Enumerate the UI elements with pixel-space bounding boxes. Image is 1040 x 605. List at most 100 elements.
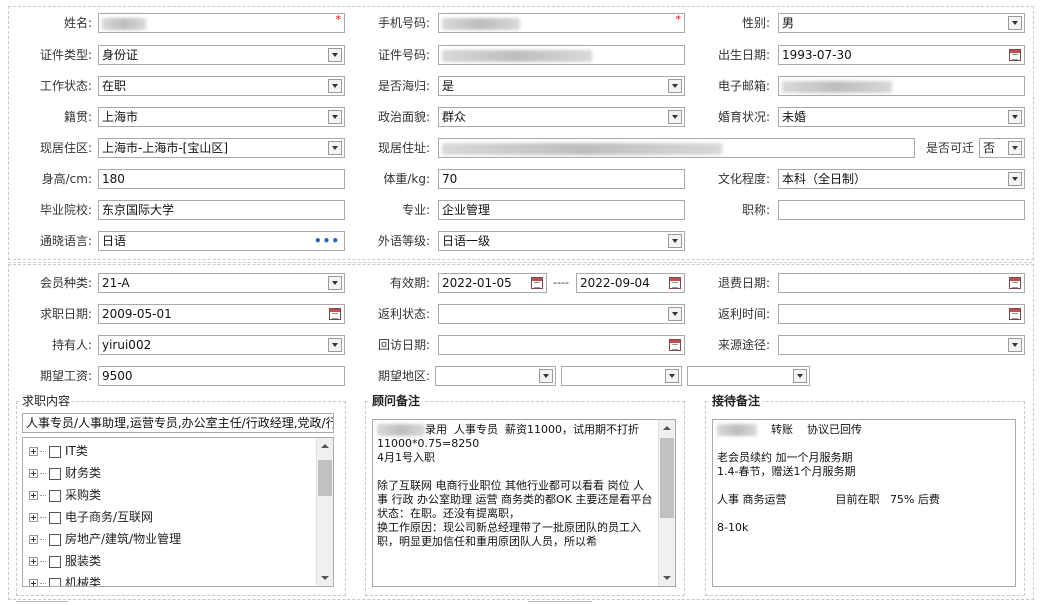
job-content-selected-input[interactable]: 人事专员/人事助理,运营专员,办公室主任/行政经理,党政/行政 xyxy=(22,413,334,433)
birth-date-label: 出生日期: xyxy=(717,48,770,62)
valid-start-input[interactable]: 2022-01-05 xyxy=(438,273,547,293)
checkbox[interactable] xyxy=(49,467,61,480)
chevron-down-icon xyxy=(328,110,342,124)
required-asterisk-phone: * xyxy=(675,13,682,26)
expand-icon[interactable] xyxy=(29,579,38,586)
scroll-down-icon[interactable] xyxy=(659,570,675,586)
checkbox[interactable] xyxy=(49,533,61,546)
tree-item[interactable]: 机械类 xyxy=(29,572,101,586)
checkbox[interactable] xyxy=(49,489,61,502)
calendar-icon[interactable] xyxy=(1009,277,1021,289)
scroll-up-icon[interactable] xyxy=(659,420,675,436)
tree-item[interactable]: 房地产/建筑/物业管理 xyxy=(29,528,181,550)
checkbox[interactable] xyxy=(49,555,61,568)
returnee-select[interactable]: 是 xyxy=(438,76,685,96)
weight-label: 体重/kg: xyxy=(383,172,430,186)
calendar-icon[interactable] xyxy=(329,308,341,320)
major-input[interactable]: 企业管理 xyxy=(438,200,685,220)
id-type-label: 证件类型: xyxy=(39,48,92,62)
native-place-select[interactable]: 上海市 xyxy=(98,107,345,127)
expected-area-label: 期望地区: xyxy=(377,369,430,383)
consultant-notes-scrollbar[interactable] xyxy=(658,420,675,586)
scroll-down-icon[interactable] xyxy=(317,570,333,586)
more-options-icon[interactable]: ••• xyxy=(314,232,340,250)
bottom-cut-border-left xyxy=(16,601,68,602)
job-date-input[interactable]: 2009-05-01 xyxy=(98,304,345,324)
chevron-down-icon xyxy=(668,110,682,124)
language-input[interactable]: 日语 ••• xyxy=(98,231,345,251)
scroll-up-icon[interactable] xyxy=(317,438,333,454)
foreign-level-label: 外语等级: xyxy=(377,234,430,248)
source-select[interactable] xyxy=(778,335,1025,355)
expected-area-province-select[interactable] xyxy=(435,366,556,386)
expand-icon[interactable] xyxy=(29,513,38,522)
residence-area-select[interactable]: 上海市-上海市-[宝山区] xyxy=(98,138,345,158)
expand-icon[interactable] xyxy=(29,535,38,544)
gender-label: 性别: xyxy=(741,16,770,30)
id-number-input[interactable] xyxy=(438,45,685,65)
job-date-label: 求职日期: xyxy=(39,307,92,321)
tree-item[interactable]: 采购类 xyxy=(29,484,101,506)
birth-date-input[interactable]: 1993-07-30 xyxy=(778,45,1025,65)
political-select[interactable]: 群众 xyxy=(438,107,685,127)
weight-input[interactable]: 70 xyxy=(438,169,685,189)
phone-input[interactable]: * xyxy=(438,13,685,33)
expected-area-district-select[interactable] xyxy=(687,366,810,386)
checkbox[interactable] xyxy=(49,511,61,524)
email-label: 电子邮箱: xyxy=(717,79,770,93)
chevron-down-icon xyxy=(328,141,342,155)
calendar-icon[interactable] xyxy=(669,277,681,289)
marital-select[interactable]: 未婚 xyxy=(778,107,1025,127)
expand-icon[interactable] xyxy=(29,469,38,478)
chevron-down-icon xyxy=(539,369,553,383)
job-category-tree: IT类 财务类 采购类 电子商务/互联网 房地产/建筑/物业管理 服装类 机械类 xyxy=(22,437,334,587)
member-type-select[interactable]: 21-A xyxy=(98,273,345,293)
title-input[interactable] xyxy=(778,200,1025,220)
rebate-time-input[interactable] xyxy=(778,304,1025,324)
id-type-select[interactable]: 身份证 xyxy=(98,45,345,65)
marital-label: 婚育状况: xyxy=(717,110,770,124)
refund-date-input[interactable] xyxy=(778,273,1025,293)
visit-date-input[interactable] xyxy=(438,335,685,355)
expand-icon[interactable] xyxy=(29,447,38,456)
height-input[interactable]: 180 xyxy=(98,169,345,189)
expand-icon[interactable] xyxy=(29,557,38,566)
valid-end-input[interactable]: 2022-09-04 xyxy=(576,273,685,293)
chevron-down-icon xyxy=(1008,16,1022,30)
email-input[interactable] xyxy=(778,76,1025,96)
rebate-status-select[interactable] xyxy=(438,304,685,324)
expected-salary-input[interactable]: 9500 xyxy=(98,366,345,386)
work-status-label: 工作状态: xyxy=(39,79,92,93)
education-select[interactable]: 本科（全日制） xyxy=(778,169,1025,189)
calendar-icon[interactable] xyxy=(669,339,681,351)
tree-item[interactable]: 电子商务/互联网 xyxy=(29,506,153,528)
residence-address-input[interactable] xyxy=(438,138,915,158)
calendar-icon[interactable] xyxy=(1009,308,1021,320)
chevron-down-icon xyxy=(668,307,682,321)
bottom-cut-border-mid xyxy=(528,601,592,602)
foreign-level-select[interactable]: 日语一级 xyxy=(438,231,685,251)
chevron-down-icon xyxy=(1008,338,1022,352)
checkbox[interactable] xyxy=(49,445,61,458)
checkbox[interactable] xyxy=(49,577,61,586)
chevron-down-icon xyxy=(328,79,342,93)
consultant-notes-textarea[interactable]: 录用 人事专员 薪资11000，试用期不打折 11000*0.75=8250 4… xyxy=(372,419,676,587)
calendar-icon[interactable] xyxy=(531,277,543,289)
scroll-thumb[interactable] xyxy=(318,460,332,496)
reception-notes-textarea[interactable]: 转账 协议已回传 老会员续约 加一个月服务期 1.4-春节，赠送1个月服务期 人… xyxy=(712,419,1016,587)
tree-scrollbar[interactable] xyxy=(316,438,333,586)
calendar-icon[interactable] xyxy=(1009,49,1021,61)
rebate-time-label: 返利时间: xyxy=(717,307,770,321)
tree-item[interactable]: IT类 xyxy=(29,440,88,462)
school-input[interactable]: 东京国际大学 xyxy=(98,200,345,220)
relocate-select[interactable]: 否 xyxy=(979,138,1025,158)
expand-icon[interactable] xyxy=(29,491,38,500)
gender-select[interactable]: 男 xyxy=(778,13,1025,33)
scroll-thumb[interactable] xyxy=(660,438,674,518)
work-status-select[interactable]: 在职 xyxy=(98,76,345,96)
expected-area-city-select[interactable] xyxy=(561,366,682,386)
tree-item[interactable]: 财务类 xyxy=(29,462,101,484)
name-input[interactable]: * xyxy=(98,13,345,33)
tree-item[interactable]: 服装类 xyxy=(29,550,101,572)
holder-select[interactable]: yirui002 xyxy=(98,335,345,355)
